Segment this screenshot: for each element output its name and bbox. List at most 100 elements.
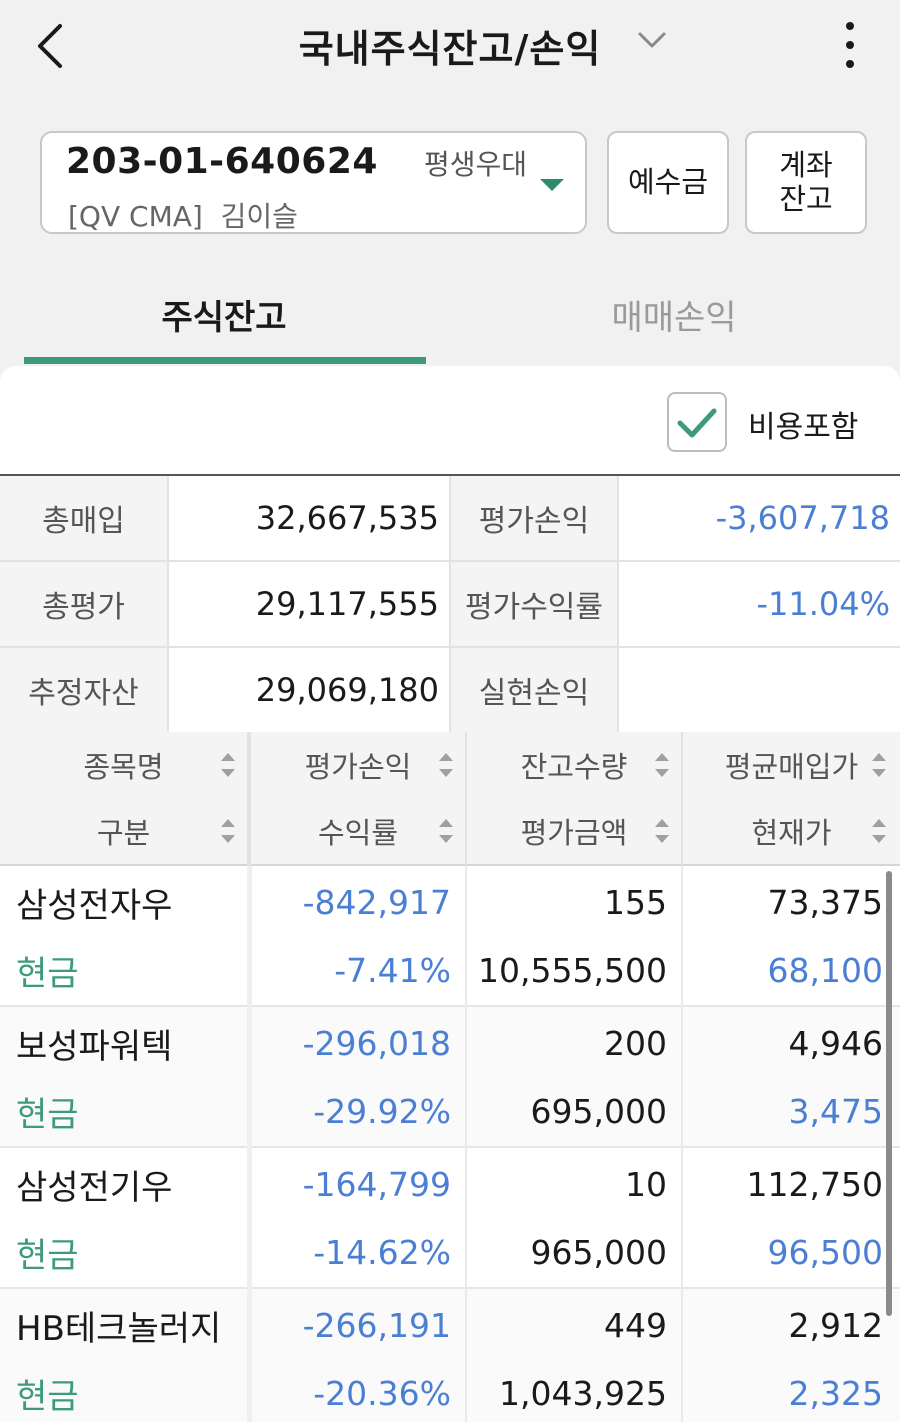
eval-amount: 10,555,500: [478, 951, 667, 990]
quantity: 155: [604, 883, 667, 922]
stock-kind: 현금: [16, 1377, 79, 1417]
avg-price: 2,912: [788, 1306, 883, 1345]
sort-icon: [439, 753, 453, 777]
summary-label: 총매입: [0, 476, 167, 560]
summary-label: 평가수익률: [451, 562, 617, 646]
eval-pl: -842,917: [302, 883, 451, 922]
summary-label: 총평가: [0, 562, 167, 646]
summary-value: -11.04%: [756, 585, 890, 623]
stock-name: 보성파워텍: [16, 1027, 173, 1067]
sort-icon: [655, 819, 669, 843]
eval-amount: 965,000: [530, 1233, 667, 1272]
summary-label: 추정자산: [0, 648, 167, 732]
summary-table: 총매입 32,667,535 평가손익 -3,607,718 총평가 29,11…: [0, 474, 900, 734]
table-row[interactable]: 보성파워텍 현금 -296,018 -29.92% 200 695,000 4,…: [0, 1007, 900, 1148]
title-dropdown[interactable]: 국내주식잔고/손익: [0, 18, 900, 73]
table-row[interactable]: 삼성전기우 현금 -164,799 -14.62% 10 965,000 112…: [0, 1148, 900, 1289]
header-label: 평균매입가: [724, 750, 859, 784]
tab-trade-pl[interactable]: 매매손익: [474, 290, 874, 339]
account-holder: [QV CMA] 김이슬: [68, 200, 298, 233]
avg-price: 4,946: [788, 1024, 883, 1063]
return-rate: -7.41%: [334, 951, 451, 990]
table-row[interactable]: HB테크놀러지 현금 -266,191 -20.36% 449 1,043,92…: [0, 1289, 900, 1422]
check-icon: [677, 408, 717, 438]
summary-row: 총매입 32,667,535 평가손익 -3,607,718: [0, 476, 900, 562]
summary-label: 실현손익: [451, 648, 617, 732]
stock-kind: 현금: [16, 1236, 79, 1276]
column-header-price[interactable]: 현재가: [683, 798, 900, 864]
account-type: 평생우대: [424, 148, 528, 181]
column-header-kind[interactable]: 구분: [0, 798, 247, 864]
balance-panel: 비용포함 총매입 32,667,535 평가손익 -3,607,718 총평가 …: [0, 366, 900, 1422]
divider: [465, 732, 467, 866]
stock-kind: 현금: [16, 954, 79, 994]
header-label: 수익률: [317, 816, 399, 850]
sort-icon: [872, 753, 886, 777]
current-price: 2,325: [788, 1374, 883, 1413]
return-rate: -20.36%: [313, 1374, 451, 1413]
account-number: 203-01-640624: [66, 141, 378, 182]
more-options-button[interactable]: [836, 22, 864, 72]
holdings-list: 삼성전자우 현금 -842,917 -7.41% 155 10,555,500 …: [0, 866, 900, 1422]
table-row[interactable]: 삼성전자우 현금 -842,917 -7.41% 155 10,555,500 …: [0, 866, 900, 1007]
column-header-rate[interactable]: 수익률: [251, 798, 465, 864]
quantity: 200: [604, 1024, 667, 1063]
summary-row: 추정자산 29,069,180 실현손익: [0, 648, 900, 734]
eval-amount: 695,000: [530, 1092, 667, 1131]
eval-pl: -296,018: [302, 1024, 451, 1063]
header-label: 종목명: [83, 750, 164, 784]
account-balance-button[interactable]: 계좌 잔고: [745, 131, 867, 234]
column-header-qty[interactable]: 잔고수량: [467, 732, 681, 798]
dropdown-triangle-icon: [540, 179, 564, 191]
fee-include-label[interactable]: 비용포함: [748, 402, 858, 446]
summary-label: 평가손익: [451, 476, 617, 560]
active-tab-indicator: [24, 357, 426, 364]
sort-icon: [872, 819, 886, 843]
kebab-dot-icon: [846, 41, 854, 49]
stock-name: 삼성전기우: [16, 1168, 173, 1208]
chevron-down-icon[interactable]: [636, 28, 668, 52]
avg-price: 112,750: [746, 1165, 883, 1204]
current-price: 96,500: [767, 1233, 883, 1272]
eval-pl: -266,191: [302, 1306, 451, 1345]
header-label: 현재가: [751, 816, 832, 850]
stock-name: HB테크놀러지: [16, 1309, 222, 1349]
app-header: 국내주식잔고/손익: [0, 0, 900, 92]
fee-include-checkbox[interactable]: [667, 392, 727, 452]
column-header-eval[interactable]: 평가금액: [467, 798, 681, 864]
sort-icon: [439, 819, 453, 843]
current-price: 3,475: [788, 1092, 883, 1131]
divider: [247, 732, 251, 866]
sort-icon: [655, 753, 669, 777]
summary-value: 29,117,555: [255, 585, 439, 623]
column-header-name[interactable]: 종목명: [0, 732, 247, 798]
eval-amount: 1,043,925: [499, 1374, 667, 1413]
column-header-avg-price[interactable]: 평균매입가: [683, 732, 900, 798]
list-scrollbar[interactable]: [886, 871, 892, 1316]
quantity: 10: [625, 1165, 667, 1204]
tab-stock-balance[interactable]: 주식잔고: [24, 290, 424, 339]
return-rate: -29.92%: [313, 1092, 451, 1131]
header-label: 평가손익: [304, 750, 412, 784]
page-title: 국내주식잔고/손익: [298, 27, 602, 71]
summary-value: -3,607,718: [715, 499, 890, 537]
holdings-grid-header: 종목명 평가손익 잔고수량 평균매입가 구분 수익률 평가금액 현재가: [0, 732, 900, 866]
summary-value: [619, 648, 900, 732]
header-label: 잔고수량: [520, 750, 628, 784]
quantity: 449: [604, 1306, 667, 1345]
kebab-dot-icon: [846, 60, 854, 68]
avg-price: 73,375: [767, 883, 883, 922]
deposit-button[interactable]: 예수금: [607, 131, 729, 234]
sort-icon: [221, 753, 235, 777]
eval-pl: -164,799: [302, 1165, 451, 1204]
header-label: 구분: [96, 816, 151, 850]
account-selector[interactable]: 203-01-640624 평생우대 [QV CMA] 김이슬: [40, 131, 587, 234]
current-price: 68,100: [767, 951, 883, 990]
summary-row: 총평가 29,117,555 평가수익률 -11.04%: [0, 562, 900, 648]
stock-name: 삼성전자우: [16, 886, 173, 926]
column-header-pl[interactable]: 평가손익: [251, 732, 465, 798]
stock-kind: 현금: [16, 1095, 79, 1135]
kebab-dot-icon: [846, 22, 854, 30]
header-label: 평가금액: [520, 816, 628, 850]
summary-value: 32,667,535: [255, 499, 439, 537]
